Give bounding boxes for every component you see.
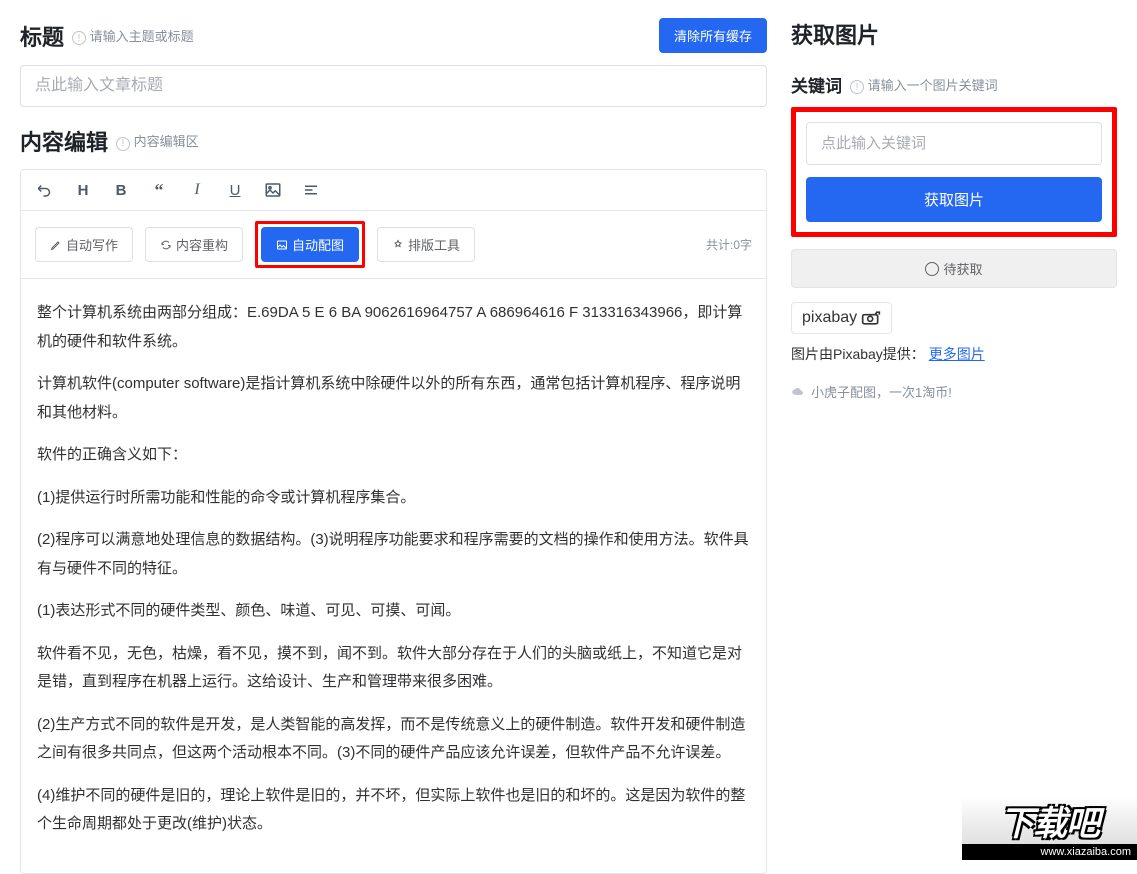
title-section-label: 标题 [20, 20, 64, 52]
auto-image-button[interactable]: 自动配图 [261, 227, 359, 262]
get-image-button[interactable]: 获取图片 [806, 177, 1102, 222]
clear-cache-button[interactable]: 清除所有缓存 [659, 18, 767, 53]
underline-icon[interactable]: U [225, 180, 245, 200]
paragraph: (2)程序可以满意地处理信息的数据结构。(3)说明程序功能要求和程序需要的文档的… [37, 526, 750, 583]
cloud-icon [791, 385, 805, 399]
sidebar: 获取图片 关键词 ! 请输入一个图片关键词 获取图片 待获取 pixabay 图… [787, 0, 1137, 860]
italic-icon[interactable]: I [187, 180, 207, 200]
info-icon: ! [116, 137, 130, 151]
watermark: 下载吧 www.xiazaiba.com [962, 796, 1137, 860]
paragraph: 软件的正确含义如下： [37, 441, 750, 470]
pixabay-badge: pixabay [791, 302, 892, 334]
keyword-input[interactable] [806, 122, 1102, 165]
content-area[interactable]: 整个计算机系统由两部分组成：E.69DA 5 E 6 BA 9062616964… [21, 279, 766, 873]
content-hint: ! 内容编辑区 [116, 131, 199, 151]
circle-icon [925, 262, 939, 276]
watermark-text: 下载吧 [1000, 796, 1099, 845]
info-icon: ! [72, 31, 86, 45]
paragraph: 计算机软件(computer software)是指计算机系统中除硬件以外的所有… [37, 370, 750, 427]
paragraph: (2)生产方式不同的软件是开发，是人类智能的高发挥，而不是传统意义上的硬件制造。… [37, 711, 750, 768]
tool-icon [392, 239, 404, 251]
action-toolbar: 自动写作 内容重构 自动配图 排版工具 共计:0字 [21, 211, 766, 279]
undo-icon[interactable] [35, 180, 55, 200]
keyword-highlight-box: 获取图片 [791, 107, 1117, 237]
pencil-icon [50, 239, 62, 251]
article-title-input[interactable] [20, 65, 767, 107]
align-icon[interactable] [301, 180, 321, 200]
keyword-hint: ! 请输入一个图片关键词 [850, 75, 998, 95]
bold-icon[interactable]: B [111, 180, 131, 200]
more-images-link[interactable]: 更多图片 [929, 346, 985, 362]
heading-icon[interactable]: H [73, 180, 93, 200]
picture-icon [276, 239, 288, 251]
watermark-url: www.xiazaiba.com [962, 844, 1137, 860]
paragraph: (4)维护不同的硬件是旧的，理论上软件是旧的，并不坏，但实际上软件也是旧的和坏的… [37, 782, 750, 839]
auto-write-button[interactable]: 自动写作 [35, 227, 133, 262]
layout-tool-button[interactable]: 排版工具 [377, 227, 475, 262]
refresh-icon [160, 239, 172, 251]
content-header: 内容编辑 ! 内容编辑区 [20, 125, 767, 157]
restructure-button[interactable]: 内容重构 [145, 227, 243, 262]
paragraph: 软件看不见，无色，枯燥，看不见，摸不到，闻不到。软件大部分存在于人们的头脑或纸上… [37, 640, 750, 697]
status-pending-button[interactable]: 待获取 [791, 249, 1117, 288]
title-header: 标题 ! 请输入主题或标题 清除所有缓存 [20, 18, 767, 53]
camera-icon [861, 311, 881, 325]
image-source: 图片由Pixabay提供： 更多图片 [791, 344, 1117, 364]
paragraph: (1)表达形式不同的硬件类型、颜色、味道、可见、可摸、可闻。 [37, 597, 750, 626]
paragraph: (1)提供运行时所需功能和性能的命令或计算机程序集合。 [37, 484, 750, 513]
get-image-title: 获取图片 [791, 18, 879, 50]
main-panel: 标题 ! 请输入主题或标题 清除所有缓存 内容编辑 ! 内容编辑区 H [0, 0, 787, 860]
content-section-label: 内容编辑 [20, 125, 108, 157]
title-hint: ! 请输入主题或标题 [72, 26, 194, 46]
auto-image-highlight: 自动配图 [255, 221, 365, 268]
word-count: 共计:0字 [706, 236, 752, 253]
keyword-label: 关键词 [791, 72, 842, 97]
editor-box: H B “ I U 自动写作 内容重构 [20, 169, 767, 874]
paragraph: 整个计算机系统由两部分组成：E.69DA 5 E 6 BA 9062616964… [37, 299, 750, 356]
quote-icon[interactable]: “ [149, 180, 169, 200]
format-toolbar: H B “ I U [21, 170, 766, 211]
image-icon[interactable] [263, 180, 283, 200]
tip-line: 小虎子配图，一次1淘币! [791, 382, 1117, 401]
info-icon: ! [850, 80, 864, 94]
